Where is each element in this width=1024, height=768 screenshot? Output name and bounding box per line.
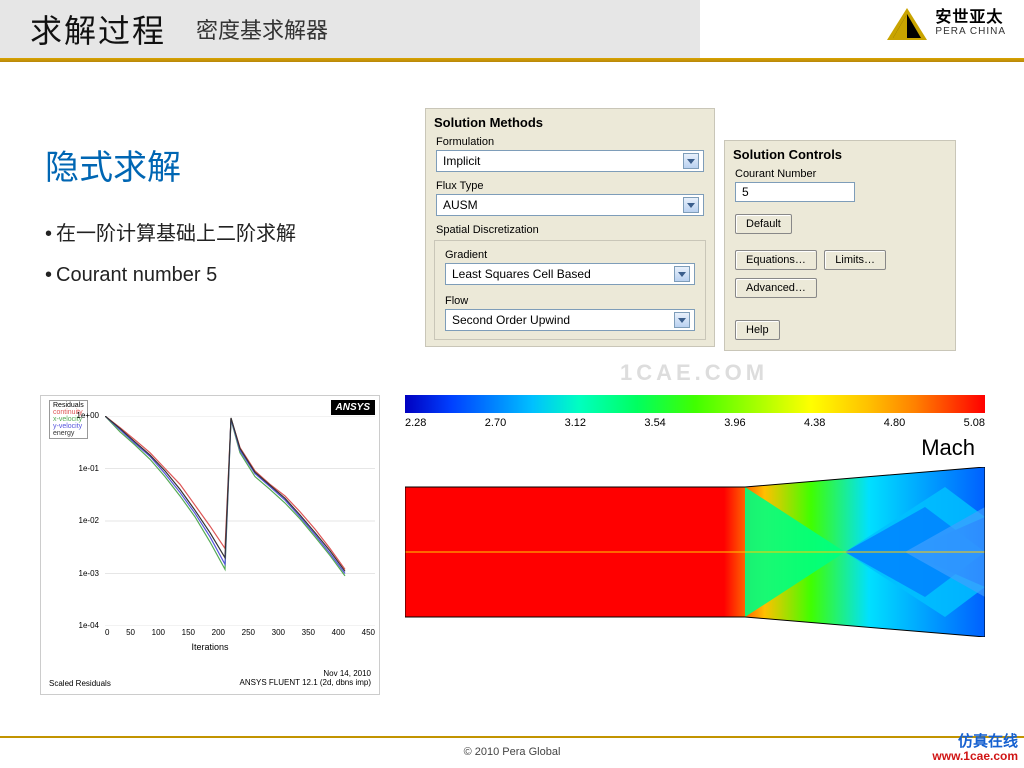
colorbar-tick: 3.96 [724, 417, 745, 429]
residuals-xtick: 50 [126, 628, 135, 637]
residuals-ytick: 1e-04 [45, 621, 99, 630]
limits-button[interactable]: Limits… [824, 250, 886, 270]
residuals-version: ANSYS FLUENT 12.1 (2d, dbns imp) [240, 679, 371, 688]
flow-label: Flow [435, 289, 705, 309]
courant-input[interactable]: 5 [735, 182, 855, 202]
logo-triangle-icon [887, 8, 927, 40]
spatial-fieldset: Gradient Least Squares Cell Based Flow S… [434, 240, 706, 340]
stamp-url: www.1cae.com [932, 750, 1018, 764]
chevron-down-icon [674, 266, 690, 282]
chevron-down-icon [683, 153, 699, 169]
header-rule [0, 58, 1024, 62]
residuals-xtick: 300 [272, 628, 285, 637]
spatial-label: Spatial Discretization [426, 220, 714, 238]
site-stamp: 仿真在线 www.1cae.com [932, 733, 1018, 764]
residuals-xlabel: Iterations [41, 642, 379, 652]
bullet-1: 在一阶计算基础上二阶求解 [45, 217, 405, 246]
advanced-button[interactable]: Advanced… [735, 278, 817, 298]
colorbar-tick: 2.28 [405, 417, 426, 429]
colorbar-tick: 2.70 [485, 417, 506, 429]
left-text-block: 隐式求解 在一阶计算基础上二阶求解 Courant number 5 [45, 140, 405, 305]
controls-title: Solution Controls [725, 141, 955, 164]
stamp-cn: 仿真在线 [932, 733, 1018, 750]
flux-value: AUSM [443, 198, 478, 212]
formulation-label: Formulation [426, 132, 714, 150]
residuals-xtick: 100 [152, 628, 165, 637]
pera-logo: 安世亚太 PERA CHINA [887, 8, 1006, 40]
bullet-2: Courant number 5 [45, 264, 405, 287]
formulation-select[interactable]: Implicit [436, 150, 704, 172]
legend-energy: energy [53, 430, 84, 437]
residuals-xtick: 200 [212, 628, 225, 637]
colorbar-tick: 4.80 [884, 417, 905, 429]
mach-label: Mach [395, 429, 995, 463]
solution-controls-panel: Solution Controls Courant Number 5 Defau… [724, 140, 956, 351]
slide-subtitle: 密度基求解器 [196, 13, 328, 45]
slide-title: 求解过程 [30, 6, 166, 52]
equations-button[interactable]: Equations… [735, 250, 817, 270]
residuals-footer-left: Scaled Residuals [49, 679, 111, 688]
solution-methods-panel: Solution Methods Formulation Implicit Fl… [425, 108, 715, 347]
mach-colorbar-ticks: 2.28 2.70 3.12 3.54 3.96 4.38 4.80 5.08 [405, 417, 985, 429]
courant-label: Courant Number [725, 164, 955, 182]
mach-contour [405, 467, 985, 637]
logo-en: PERA CHINA [935, 27, 1006, 38]
residuals-ytick: 1e+00 [45, 411, 99, 420]
title-bar: 求解过程 密度基求解器 [0, 0, 700, 58]
chevron-down-icon [683, 197, 699, 213]
residuals-plot-area [105, 416, 375, 626]
residuals-xtick: 450 [362, 628, 375, 637]
colorbar-tick: 3.54 [644, 417, 665, 429]
ansys-badge: ANSYS [331, 400, 375, 415]
residuals-xtick: 150 [182, 628, 195, 637]
colorbar-tick: 4.38 [804, 417, 825, 429]
residuals-xticks: 0 50 100 150 200 250 300 350 400 450 [105, 628, 375, 637]
residuals-xtick: 0 [105, 628, 109, 637]
logo-cn: 安世亚太 [935, 10, 1006, 27]
residuals-ytick: 1e-02 [45, 516, 99, 525]
mach-contour-figure: 2.28 2.70 3.12 3.54 3.96 4.38 4.80 5.08 Mach [395, 395, 995, 695]
residuals-xtick: 250 [242, 628, 255, 637]
watermark: 1CAE.COM [620, 360, 768, 386]
residuals-footer-right: Nov 14, 2010 ANSYS FLUENT 12.1 (2d, dbns… [240, 670, 371, 688]
flux-select[interactable]: AUSM [436, 194, 704, 216]
gradient-label: Gradient [435, 243, 705, 263]
help-button[interactable]: Help [735, 320, 780, 340]
residuals-ytick: 1e-01 [45, 464, 99, 473]
flow-select[interactable]: Second Order Upwind [445, 309, 695, 331]
section-heading: 隐式求解 [45, 140, 405, 189]
colorbar-tick: 5.08 [964, 417, 985, 429]
legend-title: Residuals [53, 402, 84, 409]
legend-yvel: y-velocity [53, 423, 84, 430]
mach-colorbar [405, 395, 985, 413]
gradient-select[interactable]: Least Squares Cell Based [445, 263, 695, 285]
formulation-value: Implicit [443, 154, 480, 168]
residuals-chart: ANSYS Residuals continuity x-velocity y-… [40, 395, 380, 695]
copyright: © 2010 Pera Global [0, 746, 1024, 758]
colorbar-tick: 3.12 [565, 417, 586, 429]
residuals-xtick: 400 [332, 628, 345, 637]
courant-value: 5 [742, 185, 749, 199]
flow-value: Second Order Upwind [452, 313, 570, 327]
footer-rule [0, 736, 1024, 738]
gradient-value: Least Squares Cell Based [452, 267, 591, 281]
methods-title: Solution Methods [426, 109, 714, 132]
slide-header: 求解过程 密度基求解器 安世亚太 PERA CHINA [0, 0, 1024, 60]
flux-label: Flux Type [426, 176, 714, 194]
default-button[interactable]: Default [735, 214, 792, 234]
residuals-xtick: 350 [302, 628, 315, 637]
residuals-ytick: 1e-03 [45, 569, 99, 578]
chevron-down-icon [674, 312, 690, 328]
